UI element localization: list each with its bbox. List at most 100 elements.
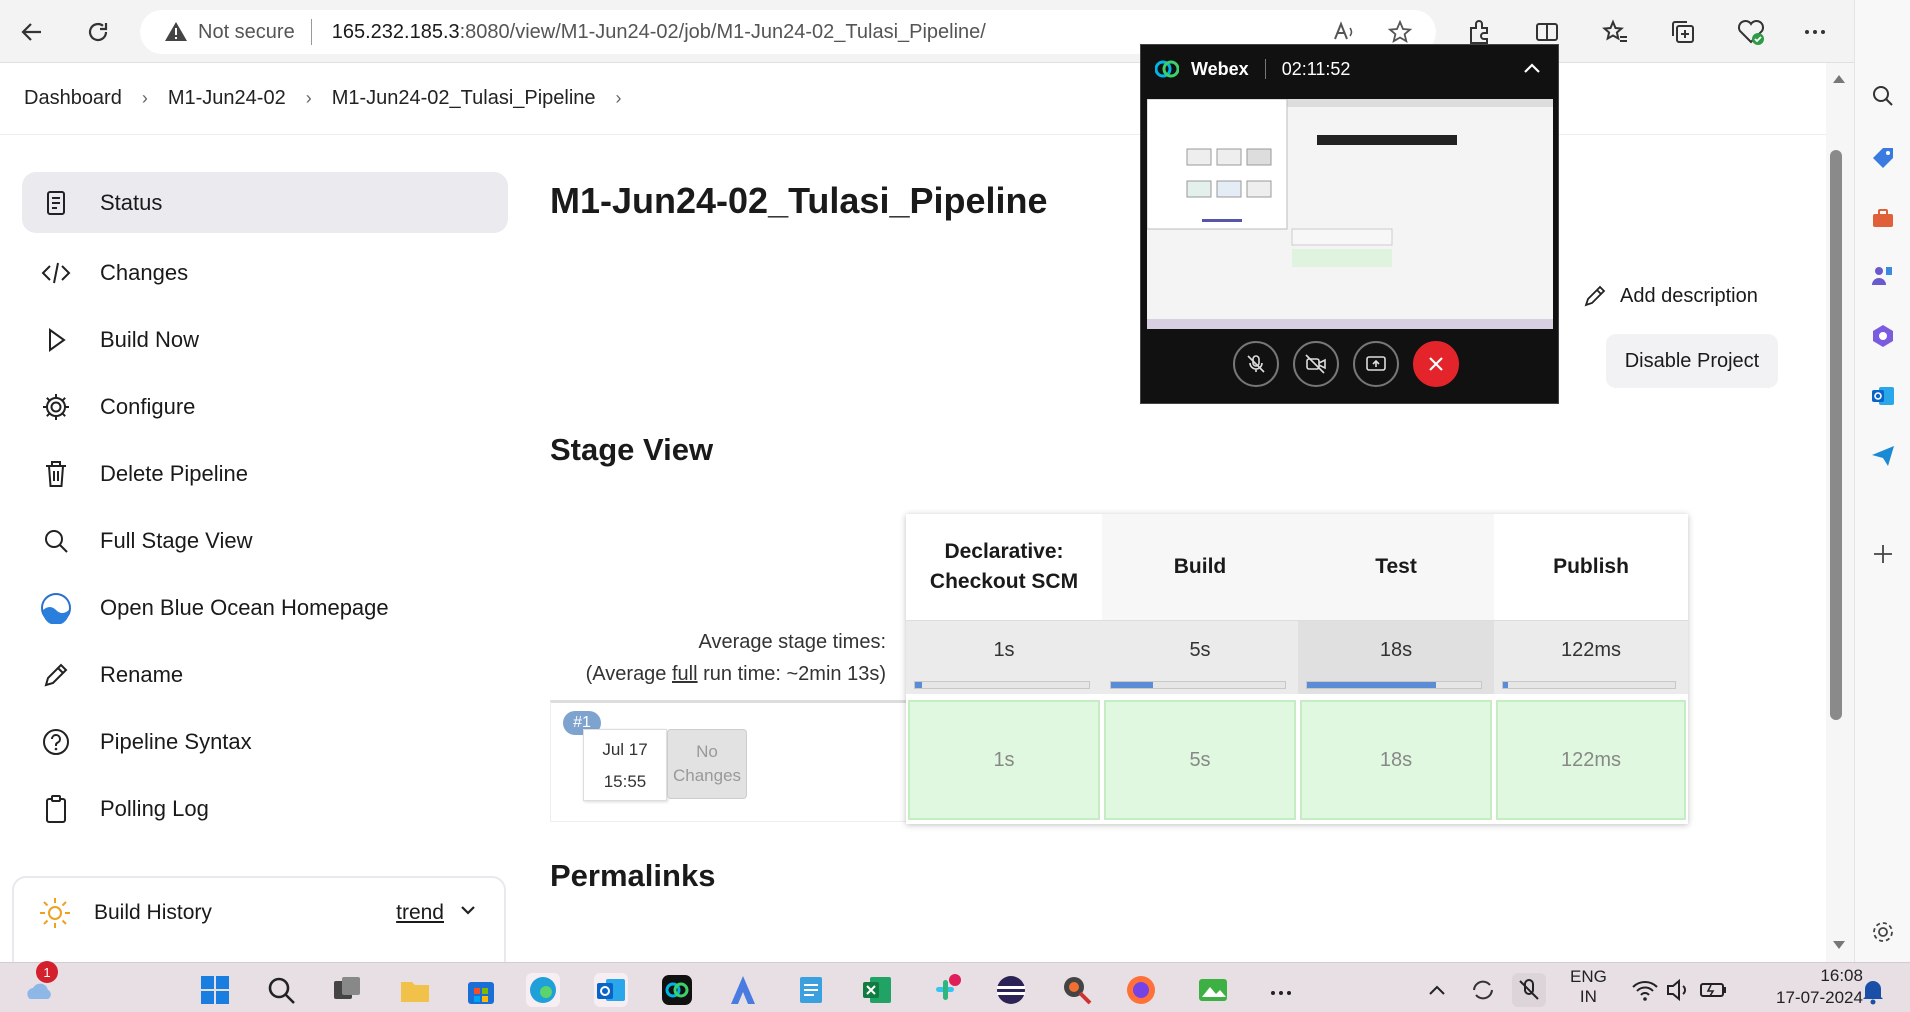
end-call-button[interactable] [1413,341,1459,387]
document-icon [40,187,72,219]
file-explorer-icon[interactable] [398,973,432,1007]
microphone-muted-icon[interactable] [1512,973,1546,1007]
firefox-icon[interactable] [1124,973,1158,1007]
scroll-up-icon[interactable] [1832,73,1846,85]
sun-icon [40,898,70,928]
sidebar-item-configure[interactable]: Configure [22,373,508,440]
clock[interactable]: 16:08 17-07-2024 [1776,965,1863,1009]
share-screen-button[interactable] [1353,341,1399,387]
sidebar-item-rename[interactable]: Rename [22,641,508,708]
back-button[interactable] [14,14,50,50]
games-icon[interactable] [1869,262,1897,290]
add-description-link[interactable]: Add description [1582,283,1758,309]
sidebar-item-delete-pipeline[interactable]: Delete Pipeline [22,440,508,507]
sidebar-item-build-now[interactable]: Build Now [22,306,508,373]
read-aloud-icon[interactable] [1330,18,1358,46]
extensions-icon[interactable] [1464,17,1494,47]
task-view-icon[interactable] [330,973,364,1007]
more-options-icon[interactable] [1800,17,1830,47]
sidebar-item-pipeline-syntax[interactable]: Pipeline Syntax [22,708,508,775]
sidebar-item-changes[interactable]: Changes [22,239,508,306]
edge-browser-icon[interactable] [526,973,560,1007]
run-date: Jul 17 15:55 [583,729,667,801]
scrollbar-thumb[interactable] [1830,150,1842,720]
favorites-icon[interactable] [1600,17,1630,47]
tools-icon[interactable] [1869,204,1897,232]
windows-taskbar: 1 ENG IN 16:08 17-07-2024 [0,961,1910,1012]
shopping-tag-icon[interactable] [1869,144,1897,172]
slack-icon[interactable] [928,973,962,1007]
sidebar-item-blue-ocean[interactable]: Open Blue Ocean Homepage [22,574,508,641]
stage-run-checkout[interactable]: 1s [908,700,1100,820]
stage-header-checkout: Declarative: Checkout SCM [906,514,1102,620]
mute-button[interactable] [1233,341,1279,387]
stage-run-test[interactable]: 18s [1300,700,1492,820]
settings-gear-icon[interactable] [1869,918,1897,946]
split-screen-icon[interactable] [1532,17,1562,47]
webex-app-icon[interactable] [660,973,694,1007]
chevron-up-icon[interactable] [1522,59,1542,80]
url-path: :8080/view/M1-Jun24-02/job/M1-Jun24-02_T… [459,20,986,43]
sidebar-item-label: Build Now [100,326,200,352]
snipping-tool-icon[interactable] [1060,973,1094,1007]
battery-icon[interactable] [1696,973,1730,1007]
shared-screen-thumbnail [1146,98,1553,329]
outlook-app-icon[interactable] [594,973,628,1007]
notepad-icon[interactable] [794,973,828,1007]
wifi-icon[interactable] [1628,973,1662,1007]
language-indicator[interactable]: ENG IN [1570,967,1607,1007]
favorite-star-icon[interactable] [1386,18,1414,46]
search-icon[interactable] [264,973,298,1007]
edge-sidebar [1854,0,1910,962]
chevron-right-icon[interactable]: › [616,88,622,109]
avg-progress-bar [915,682,922,688]
warning-icon [165,22,187,41]
chevron-up-icon[interactable] [1420,973,1454,1007]
eclipse-icon[interactable] [994,973,1028,1007]
breadcrumb-folder[interactable]: M1-Jun24-02 [168,87,286,110]
pinned-green-app-icon[interactable] [1196,973,1230,1007]
excel-icon[interactable] [860,973,894,1007]
more-apps-icon[interactable] [1264,973,1298,1007]
scroll-down-icon[interactable] [1832,939,1846,951]
stage-average-test: 18s [1298,620,1494,694]
stage-average-checkout: 1s [906,620,1102,694]
copilot-m365-icon[interactable] [1869,322,1897,350]
stage-run-publish[interactable]: 122ms [1496,700,1686,820]
notification-bell-icon[interactable] [1856,973,1890,1007]
stage-header-publish: Publish [1494,514,1688,620]
stage-header-build: Build [1102,514,1298,620]
breadcrumb-dashboard[interactable]: Dashboard [24,87,122,110]
trend-link[interactable]: trend [396,901,444,925]
microsoft-store-icon[interactable] [464,973,498,1007]
outlook-icon[interactable] [1869,382,1897,410]
stage-run-build[interactable]: 5s [1104,700,1296,820]
chevron-down-icon[interactable] [458,900,478,926]
add-icon[interactable] [1869,540,1897,568]
volume-icon[interactable] [1662,973,1696,1007]
browser-essentials-icon[interactable] [1736,17,1766,47]
sidebar-item-polling-log[interactable]: Polling Log [22,775,508,842]
stage-average-publish: 122ms [1494,620,1688,694]
refresh-button[interactable] [80,14,116,50]
clipboard-icon [40,793,72,825]
full-run-time-link[interactable]: full [672,663,698,685]
disable-project-button[interactable]: Disable Project [1606,334,1778,388]
sidebar-item-full-stage-view[interactable]: Full Stage View [22,507,508,574]
video-off-button[interactable] [1293,341,1339,387]
pinned-app-icon[interactable] [726,973,760,1007]
windows-start-icon[interactable] [198,973,232,1007]
sidebar-item-status[interactable]: Status [22,172,508,233]
collections-icon[interactable] [1668,17,1698,47]
browser-toolbar: Not secure 165.232.185.3 :8080/view/M1-J… [0,0,1910,63]
sidebar-item-label: Status [100,189,163,215]
breadcrumb-job[interactable]: M1-Jun24-02_Tulasi_Pipeline [332,87,596,110]
run-row: #1 Jul 17 15:55 No Changes [550,700,906,822]
stage-view-table: Declarative: Checkout SCM Build Test Publ… [906,514,1688,824]
gear-icon [40,391,72,423]
sidebar-item-label: Full Stage View [100,527,253,553]
webex-meeting-window[interactable]: Webex 02:11:52 [1140,44,1559,404]
send-icon[interactable] [1869,442,1897,470]
search-icon[interactable] [1869,82,1897,110]
sync-icon[interactable] [1466,973,1500,1007]
